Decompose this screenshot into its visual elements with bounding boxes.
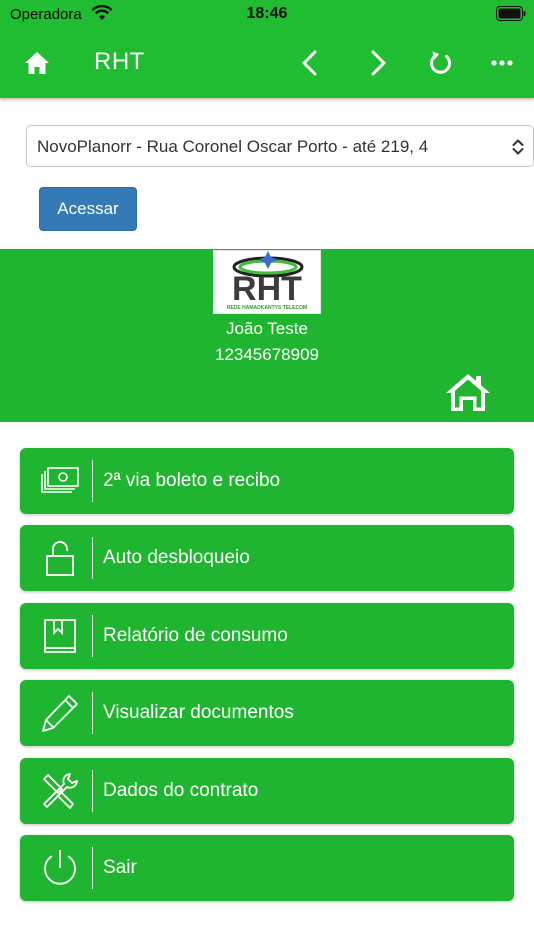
reload-icon[interactable] — [425, 48, 455, 78]
menu-divider — [92, 615, 93, 657]
home-icon[interactable] — [22, 48, 52, 78]
clock: 18:46 — [246, 5, 288, 22]
back-chevron-icon[interactable] — [295, 48, 325, 78]
menu-label: 2ª via boleto e recibo — [103, 470, 281, 491]
select-chevrons-icon — [511, 138, 525, 161]
power-icon — [38, 846, 82, 890]
plan-select[interactable]: NovoPlanorr - Rua Coronel Oscar Porto - … — [26, 125, 534, 167]
menu-divider — [92, 692, 93, 734]
logo-tagline: REDE HAMADKANTYS TELECOM — [227, 305, 307, 311]
app-title: RHT — [94, 48, 145, 75]
plan-select-value: NovoPlanorr - Rua Coronel Oscar Porto - … — [37, 137, 429, 156]
tools-icon — [38, 769, 82, 813]
battery-icon — [496, 6, 526, 25]
pencil-icon — [38, 691, 82, 735]
menu-button-logout[interactable]: Sair — [20, 835, 514, 901]
menu-label: Dados do contrato — [103, 780, 259, 801]
home-icon[interactable] — [443, 371, 493, 418]
menu-label: Relatório de consumo — [103, 625, 288, 646]
menu-divider — [92, 460, 93, 502]
menu-label: Auto desbloqueio — [103, 547, 250, 568]
menu-divider — [92, 770, 93, 812]
user-name: João Teste — [226, 319, 308, 338]
access-button[interactable]: Acessar — [39, 187, 137, 231]
unlock-icon — [38, 536, 82, 580]
menu-button-boleto[interactable]: 2ª via boleto e recibo — [20, 448, 514, 514]
rht-logo: RHT REDE HAMADKANTYS TELECOM — [213, 250, 321, 314]
book-icon — [38, 614, 82, 658]
menu-button-consumption-report[interactable]: Relatório de consumo — [20, 603, 514, 669]
menu-label: Visualizar documentos — [103, 702, 294, 723]
menu-button-view-documents[interactable]: Visualizar documentos — [20, 680, 514, 746]
menu-button-auto-unlock[interactable]: Auto desbloqueio — [20, 525, 514, 591]
more-icon[interactable] — [487, 48, 517, 78]
nav-bar: RHT — [0, 28, 534, 98]
menu-button-contract-data[interactable]: Dados do contrato — [20, 758, 514, 824]
forward-chevron-icon[interactable] — [363, 48, 393, 78]
menu-divider — [92, 847, 93, 889]
menu-divider — [92, 537, 93, 579]
status-bar: Operadora 18:46 — [0, 0, 534, 28]
profile-banner: RHT REDE HAMADKANTYS TELECOM João Teste … — [0, 249, 534, 422]
user-document: 12345678909 — [214, 345, 319, 364]
logo-text: RHT — [232, 270, 302, 308]
menu-label: Sair — [103, 857, 137, 878]
money-icon — [38, 459, 82, 503]
